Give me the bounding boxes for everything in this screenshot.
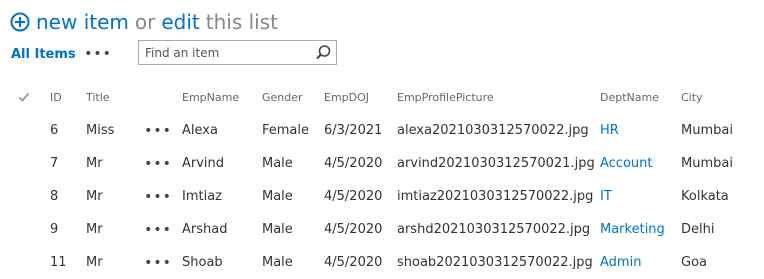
item-menu-ellipsis-icon[interactable]: ••• bbox=[144, 213, 171, 246]
item-menu-ellipsis-icon[interactable]: ••• bbox=[144, 147, 171, 180]
item-menu-ellipsis-icon[interactable]: ••• bbox=[144, 114, 171, 147]
view-more-ellipsis-icon[interactable]: ••• bbox=[84, 40, 111, 68]
item-menu-ellipsis-icon[interactable]: ••• bbox=[144, 246, 171, 279]
command-header: new item or edit this list bbox=[10, 8, 278, 36]
table-row[interactable]: 8 Mr ••• Imtiaz Male 4/5/2020 imtiaz2021… bbox=[0, 180, 764, 213]
cell-empname: Arvind bbox=[182, 156, 225, 171]
this-list-text: this list bbox=[205, 10, 278, 34]
cell-empname: Imtiaz bbox=[182, 189, 222, 204]
cell-city: Mumbai bbox=[681, 123, 733, 138]
search-box bbox=[138, 40, 337, 65]
column-header-deptname[interactable]: DeptName bbox=[600, 80, 659, 114]
table-row[interactable]: 9 Mr ••• Arshad Male 4/5/2020 arshd20210… bbox=[0, 213, 764, 246]
items-table: ID Title EmpName Gender EmpDOJ EmpProfil… bbox=[0, 80, 764, 279]
select-all-checkbox[interactable] bbox=[16, 80, 32, 114]
cell-gender: Male bbox=[262, 156, 293, 171]
cell-city: Goa bbox=[681, 255, 707, 270]
cell-id: 8 bbox=[50, 189, 59, 204]
column-header-title[interactable]: Title bbox=[86, 80, 110, 114]
cell-id: 6 bbox=[50, 123, 59, 138]
plus-circle-icon[interactable] bbox=[10, 12, 30, 32]
cell-title[interactable]: Mr bbox=[86, 246, 103, 279]
cell-title[interactable]: Miss bbox=[86, 114, 114, 147]
cell-empprofilepicture: arvind2021030312570021.jpg bbox=[397, 156, 595, 171]
table-row[interactable]: 6 Miss ••• Alexa Female 6/3/2021 alexa20… bbox=[0, 114, 764, 147]
column-header-empname[interactable]: EmpName bbox=[182, 80, 239, 114]
cell-gender: Male bbox=[262, 222, 293, 237]
cell-empdoj: 4/5/2020 bbox=[324, 255, 383, 270]
cell-gender: Female bbox=[262, 123, 310, 138]
edit-list-link[interactable]: edit bbox=[161, 10, 199, 34]
column-header-empdoj[interactable]: EmpDOJ bbox=[324, 80, 369, 114]
checkmark-icon bbox=[18, 92, 30, 102]
search-icon[interactable] bbox=[315, 44, 332, 61]
cell-empname: Shoab bbox=[182, 255, 223, 270]
cell-empprofilepicture: shoab2021030312570022.jpg bbox=[397, 255, 593, 270]
cell-empprofilepicture: imtiaz2021030312570022.jpg bbox=[397, 189, 594, 204]
view-selector: All Items bbox=[11, 40, 76, 68]
cell-empprofilepicture: alexa2021030312570022.jpg bbox=[397, 123, 589, 138]
view-all-items[interactable]: All Items bbox=[11, 47, 76, 62]
cell-deptname-link[interactable]: HR bbox=[600, 114, 619, 147]
table-row[interactable]: 7 Mr ••• Arvind Male 4/5/2020 arvind2021… bbox=[0, 147, 764, 180]
new-item-button[interactable]: new item bbox=[10, 10, 129, 34]
cell-empname: Arshad bbox=[182, 222, 228, 237]
cell-city: Kolkata bbox=[681, 189, 729, 204]
column-header-city[interactable]: City bbox=[681, 80, 703, 114]
cell-city: Mumbai bbox=[681, 156, 733, 171]
cell-gender: Male bbox=[262, 255, 293, 270]
cell-title[interactable]: Mr bbox=[86, 213, 103, 246]
cell-deptname-link[interactable]: IT bbox=[600, 180, 612, 213]
cell-city: Delhi bbox=[681, 222, 715, 237]
cell-title[interactable]: Mr bbox=[86, 147, 103, 180]
search-input[interactable] bbox=[139, 41, 309, 64]
cell-deptname-link[interactable]: Account bbox=[600, 147, 653, 180]
cell-id: 9 bbox=[50, 222, 59, 237]
cell-gender: Male bbox=[262, 189, 293, 204]
cell-empprofilepicture: arshd2021030312570022.jpg bbox=[397, 222, 591, 237]
cell-empdoj: 4/5/2020 bbox=[324, 222, 383, 237]
cell-id: 11 bbox=[50, 255, 67, 270]
cell-deptname-link[interactable]: Admin bbox=[600, 246, 641, 279]
cell-title[interactable]: Mr bbox=[86, 180, 103, 213]
new-item-link[interactable]: new item bbox=[36, 10, 129, 34]
cell-empdoj: 4/5/2020 bbox=[324, 189, 383, 204]
column-header-gender[interactable]: Gender bbox=[262, 80, 303, 114]
item-menu-ellipsis-icon[interactable]: ••• bbox=[144, 180, 171, 213]
cell-deptname-link[interactable]: Marketing bbox=[600, 213, 665, 246]
cell-empdoj: 4/5/2020 bbox=[324, 156, 383, 171]
column-header-empprofilepicture[interactable]: EmpProfilePicture bbox=[397, 80, 494, 114]
cell-id: 7 bbox=[50, 156, 59, 171]
table-row[interactable]: 11 Mr ••• Shoab Male 4/5/2020 shoab20210… bbox=[0, 246, 764, 279]
cell-empdoj: 6/3/2021 bbox=[324, 123, 383, 138]
table-header-row: ID Title EmpName Gender EmpDOJ EmpProfil… bbox=[0, 80, 764, 114]
cell-empname: Alexa bbox=[182, 123, 218, 138]
or-text: or bbox=[134, 10, 156, 34]
column-header-id[interactable]: ID bbox=[50, 80, 62, 114]
